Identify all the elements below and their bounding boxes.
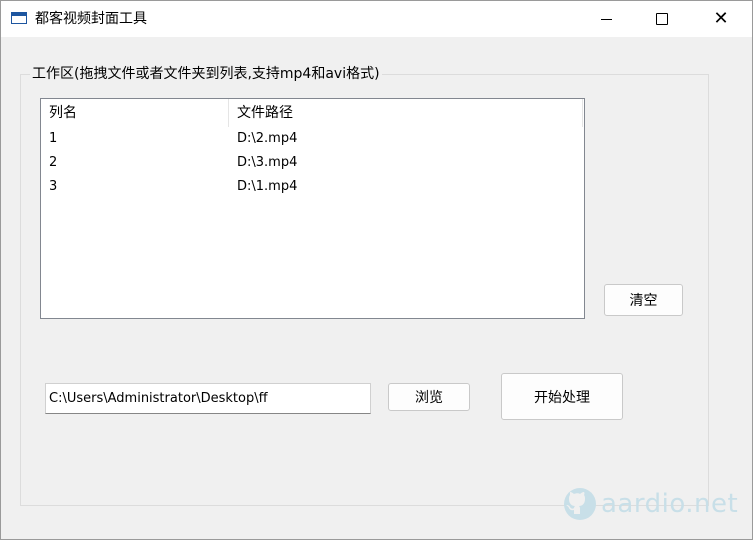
workspace-group-label: 工作区(拖拽文件或者文件夹到列表,支持mp4和avi格式) xyxy=(30,64,382,84)
row-name: 2 xyxy=(49,155,58,170)
github-logo-icon xyxy=(564,488,596,520)
file-list[interactable]: 列名 文件路径 1 D:\2.mp4 2 D:\3.mp4 3 D:\1.mp4 xyxy=(40,98,585,319)
row-path: D:\2.mp4 xyxy=(237,131,298,146)
maximize-icon xyxy=(656,13,668,25)
row-name: 1 xyxy=(49,131,58,146)
close-button[interactable]: ✕ xyxy=(698,1,744,37)
column-divider[interactable] xyxy=(228,99,229,127)
browse-button[interactable]: 浏览 xyxy=(388,383,470,411)
clear-button[interactable]: 清空 xyxy=(604,284,683,316)
maximize-button[interactable] xyxy=(639,1,685,37)
minimize-button[interactable] xyxy=(583,1,629,37)
column-divider[interactable] xyxy=(582,99,583,127)
list-header: 列名 文件路径 xyxy=(41,99,584,127)
app-window-icon xyxy=(11,12,27,24)
watermark-text: aardio.net xyxy=(601,489,739,519)
list-row[interactable]: 3 D:\1.mp4 xyxy=(41,175,584,199)
window-title: 都客视频封面工具 xyxy=(35,11,147,27)
list-row[interactable]: 2 D:\3.mp4 xyxy=(41,151,584,175)
row-path: D:\1.mp4 xyxy=(237,179,298,194)
close-icon: ✕ xyxy=(713,8,729,29)
column-header-name[interactable]: 列名 xyxy=(49,99,77,127)
start-processing-button[interactable]: 开始处理 xyxy=(501,373,623,420)
minimize-icon xyxy=(600,18,612,20)
row-path: D:\3.mp4 xyxy=(237,155,298,170)
column-header-path[interactable]: 文件路径 xyxy=(237,99,293,127)
row-name: 3 xyxy=(49,179,58,194)
watermark: aardio.net xyxy=(563,486,738,522)
title-bar[interactable]: 都客视频封面工具 ✕ xyxy=(1,1,752,37)
list-row[interactable]: 1 D:\2.mp4 xyxy=(41,127,584,151)
output-path-input[interactable] xyxy=(45,383,371,414)
